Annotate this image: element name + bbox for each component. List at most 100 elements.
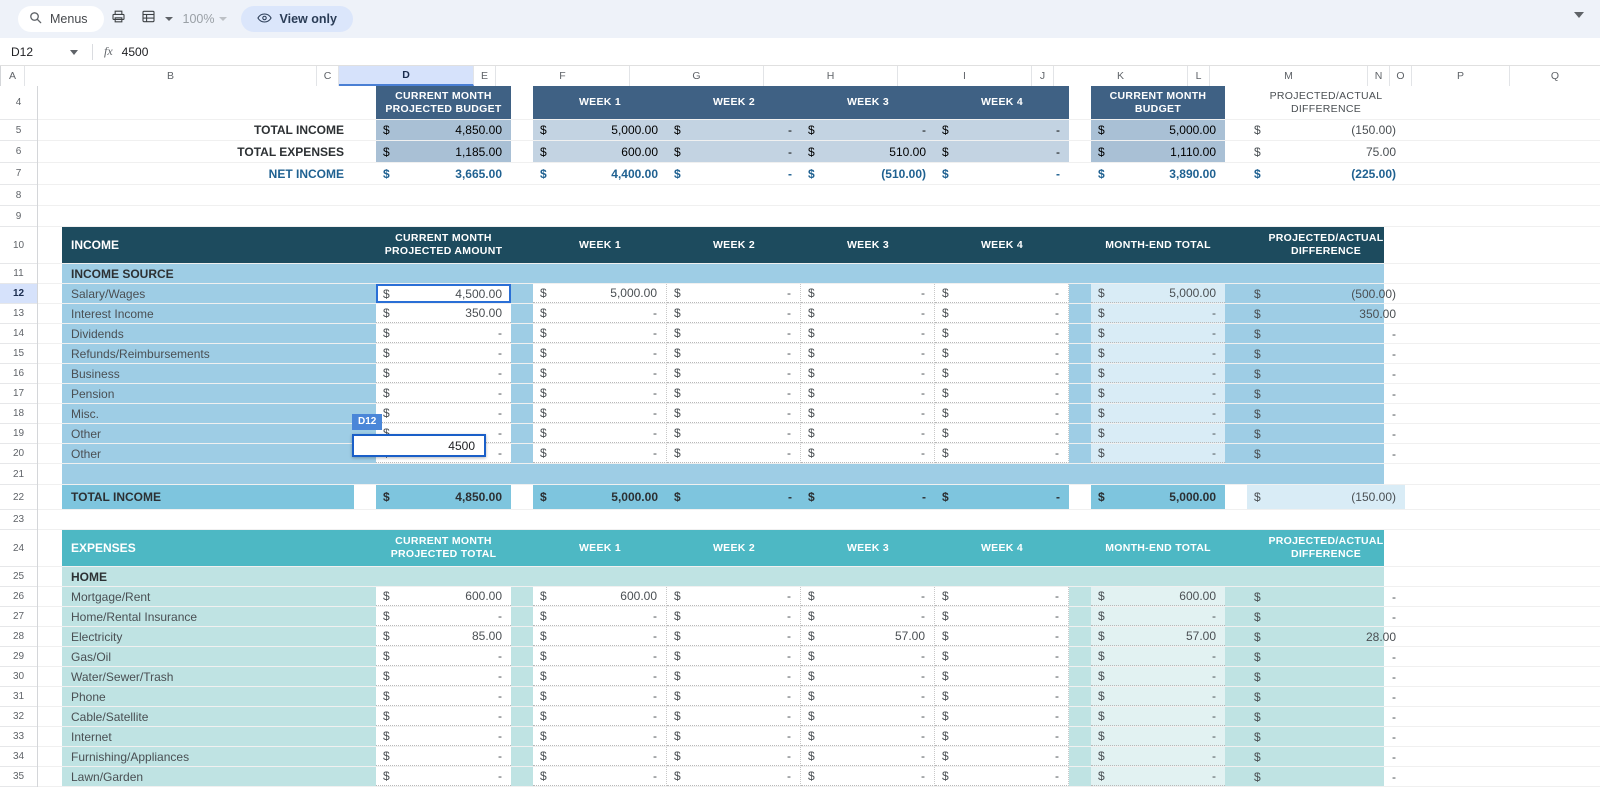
- income-cell-k-6[interactable]: $ -: [1091, 404, 1225, 423]
- expenses-cell-h-2[interactable]: $57.00: [801, 627, 935, 646]
- income-cell-d-1[interactable]: $350.00: [376, 304, 511, 323]
- row-header-24[interactable]: 24: [0, 530, 37, 567]
- summary-cell-d-2[interactable]: $3,665.00: [376, 163, 511, 184]
- summary-cell-m-0[interactable]: $ (150.00): [1247, 120, 1405, 140]
- column-header-a[interactable]: A: [1, 66, 25, 86]
- zoom-chevron-down-icon[interactable]: [218, 17, 227, 21]
- column-header-c[interactable]: C: [317, 66, 339, 86]
- column-header-h[interactable]: H: [764, 66, 898, 86]
- summary-cell-f-2[interactable]: $4,400.00: [533, 163, 667, 184]
- row-header-8[interactable]: 8: [0, 185, 37, 206]
- income-total-h[interactable]: $ -: [801, 485, 935, 509]
- expenses-row-label-cell-4[interactable]: Water/Sewer/Trash: [62, 667, 354, 686]
- summary-header-m[interactable]: PROJECTED/ACTUAL DIFFERENCE: [1247, 86, 1405, 119]
- expenses-cell-i-5[interactable]: $ -: [935, 687, 1069, 706]
- income-cell-k-0[interactable]: $5,000.00: [1091, 284, 1225, 303]
- summary-cell-g-1[interactable]: $ -: [667, 141, 801, 162]
- expenses-cell-m-7[interactable]: $ -: [1247, 727, 1405, 746]
- summary-row-label-cell-2[interactable]: NET INCOME: [62, 163, 354, 184]
- expenses-header-d[interactable]: CURRENT MONTH PROJECTED TOTAL: [376, 530, 511, 566]
- column-header-e[interactable]: E: [474, 66, 496, 86]
- expenses-row-label-cell-3[interactable]: Gas/Oil: [62, 647, 354, 666]
- income-cell-k-1[interactable]: $ -: [1091, 304, 1225, 323]
- summary-header-h[interactable]: WEEK 3: [801, 86, 935, 119]
- expenses-cell-f-0[interactable]: $600.00: [533, 587, 667, 606]
- expenses-cell-h-9[interactable]: $ -: [801, 767, 935, 786]
- income-row-label-cell-0[interactable]: Salary/Wages: [62, 284, 354, 303]
- income-header-i[interactable]: WEEK 4: [935, 227, 1069, 263]
- income-cell-i-7[interactable]: $ -: [935, 424, 1069, 443]
- row-header-30[interactable]: 30: [0, 667, 37, 687]
- row-header-17[interactable]: 17: [0, 384, 37, 404]
- sheet-body[interactable]: CURRENT MONTH PROJECTED BUDGET WEEK 1 WEEK …: [38, 86, 1600, 793]
- row-header-5[interactable]: 5: [0, 120, 37, 141]
- expenses-cell-i-6[interactable]: $ -: [935, 707, 1069, 726]
- expenses-row-label-cell-6[interactable]: Cable/Satellite: [62, 707, 354, 726]
- expenses-row-label-cell-5[interactable]: Phone: [62, 687, 354, 706]
- select-all-corner[interactable]: [0, 66, 1, 86]
- income-cell-h-3[interactable]: $ -: [801, 344, 935, 363]
- row-header-18[interactable]: 18: [0, 404, 37, 424]
- expenses-cell-f-6[interactable]: $ -: [533, 707, 667, 726]
- income-cell-m-0[interactable]: $ (500.00): [1247, 284, 1405, 303]
- expenses-cell-g-3[interactable]: $ -: [667, 647, 801, 666]
- expenses-row-label-cell-0[interactable]: Mortgage/Rent: [62, 587, 354, 606]
- expenses-cell-d-8[interactable]: $ -: [376, 747, 511, 766]
- expenses-cell-k-5[interactable]: $ -: [1091, 687, 1225, 706]
- expenses-row-label-cell-2[interactable]: Electricity: [62, 627, 354, 646]
- row-header-11[interactable]: 11: [0, 264, 37, 284]
- expenses-cell-d-7[interactable]: $ -: [376, 727, 511, 746]
- income-cell-i-0[interactable]: $ -: [935, 284, 1069, 303]
- summary-header-d[interactable]: CURRENT MONTH PROJECTED BUDGET: [376, 86, 511, 119]
- expenses-cell-h-3[interactable]: $ -: [801, 647, 935, 666]
- income-cell-k-4[interactable]: $ -: [1091, 364, 1225, 383]
- income-row-label-cell-5[interactable]: Pension: [62, 384, 354, 403]
- income-cell-k-5[interactable]: $ -: [1091, 384, 1225, 403]
- income-cell-i-5[interactable]: $ -: [935, 384, 1069, 403]
- row-header-27[interactable]: 27: [0, 607, 37, 627]
- row-header-14[interactable]: 14: [0, 324, 37, 344]
- row-header-7[interactable]: 7: [0, 163, 37, 185]
- expenses-cell-h-8[interactable]: $ -: [801, 747, 935, 766]
- row-header-6[interactable]: 6: [0, 141, 37, 163]
- expenses-cell-k-7[interactable]: $ -: [1091, 727, 1225, 746]
- summary-row-label-cell-1[interactable]: TOTAL EXPENSES: [62, 141, 354, 162]
- income-cell-g-7[interactable]: $ -: [667, 424, 801, 443]
- income-cell-g-1[interactable]: $ -: [667, 304, 801, 323]
- expenses-cell-f-2[interactable]: $ -: [533, 627, 667, 646]
- expenses-cell-g-2[interactable]: $ -: [667, 627, 801, 646]
- summary-cell-h-2[interactable]: $ (510.00): [801, 163, 935, 184]
- row-header-22[interactable]: 22: [0, 485, 37, 510]
- income-cell-k-7[interactable]: $ -: [1091, 424, 1225, 443]
- income-cell-d-4[interactable]: $ -: [376, 364, 511, 383]
- expenses-cell-i-9[interactable]: $ -: [935, 767, 1069, 786]
- row-header-19[interactable]: 19: [0, 424, 37, 444]
- income-cell-i-1[interactable]: $ -: [935, 304, 1069, 323]
- income-cell-d-2[interactable]: $ -: [376, 324, 511, 343]
- income-header-h[interactable]: WEEK 3: [801, 227, 935, 263]
- column-header-i[interactable]: I: [898, 66, 1032, 86]
- expenses-cell-i-3[interactable]: $ -: [935, 647, 1069, 666]
- expenses-header-g[interactable]: WEEK 2: [667, 530, 801, 566]
- row-header-32[interactable]: 32: [0, 707, 37, 727]
- income-total-m[interactable]: $ (150.00): [1247, 485, 1405, 509]
- expenses-row-label-cell-7[interactable]: Internet: [62, 727, 354, 746]
- row-header-31[interactable]: 31: [0, 687, 37, 707]
- row-header-16[interactable]: 16: [0, 364, 37, 384]
- income-cell-g-3[interactable]: $ -: [667, 344, 801, 363]
- expenses-cell-i-0[interactable]: $ -: [935, 587, 1069, 606]
- income-cell-d-3[interactable]: $ -: [376, 344, 511, 363]
- column-header-f[interactable]: F: [496, 66, 630, 86]
- expenses-row-label-cell-1[interactable]: Home/Rental Insurance: [62, 607, 354, 626]
- income-cell-f-0[interactable]: $5,000.00: [533, 284, 667, 303]
- income-cell-i-4[interactable]: $ -: [935, 364, 1069, 383]
- expenses-cell-i-8[interactable]: $ -: [935, 747, 1069, 766]
- row-header-21[interactable]: 21: [0, 464, 37, 485]
- income-cell-m-8[interactable]: $ -: [1247, 444, 1405, 463]
- expenses-cell-h-4[interactable]: $ -: [801, 667, 935, 686]
- income-cell-h-0[interactable]: $ -: [801, 284, 935, 303]
- row-header-15[interactable]: 15: [0, 344, 37, 364]
- summary-cell-h-1[interactable]: $510.00: [801, 141, 935, 162]
- column-header-n[interactable]: N: [1368, 66, 1390, 86]
- income-row-label-cell-2[interactable]: Dividends: [62, 324, 354, 343]
